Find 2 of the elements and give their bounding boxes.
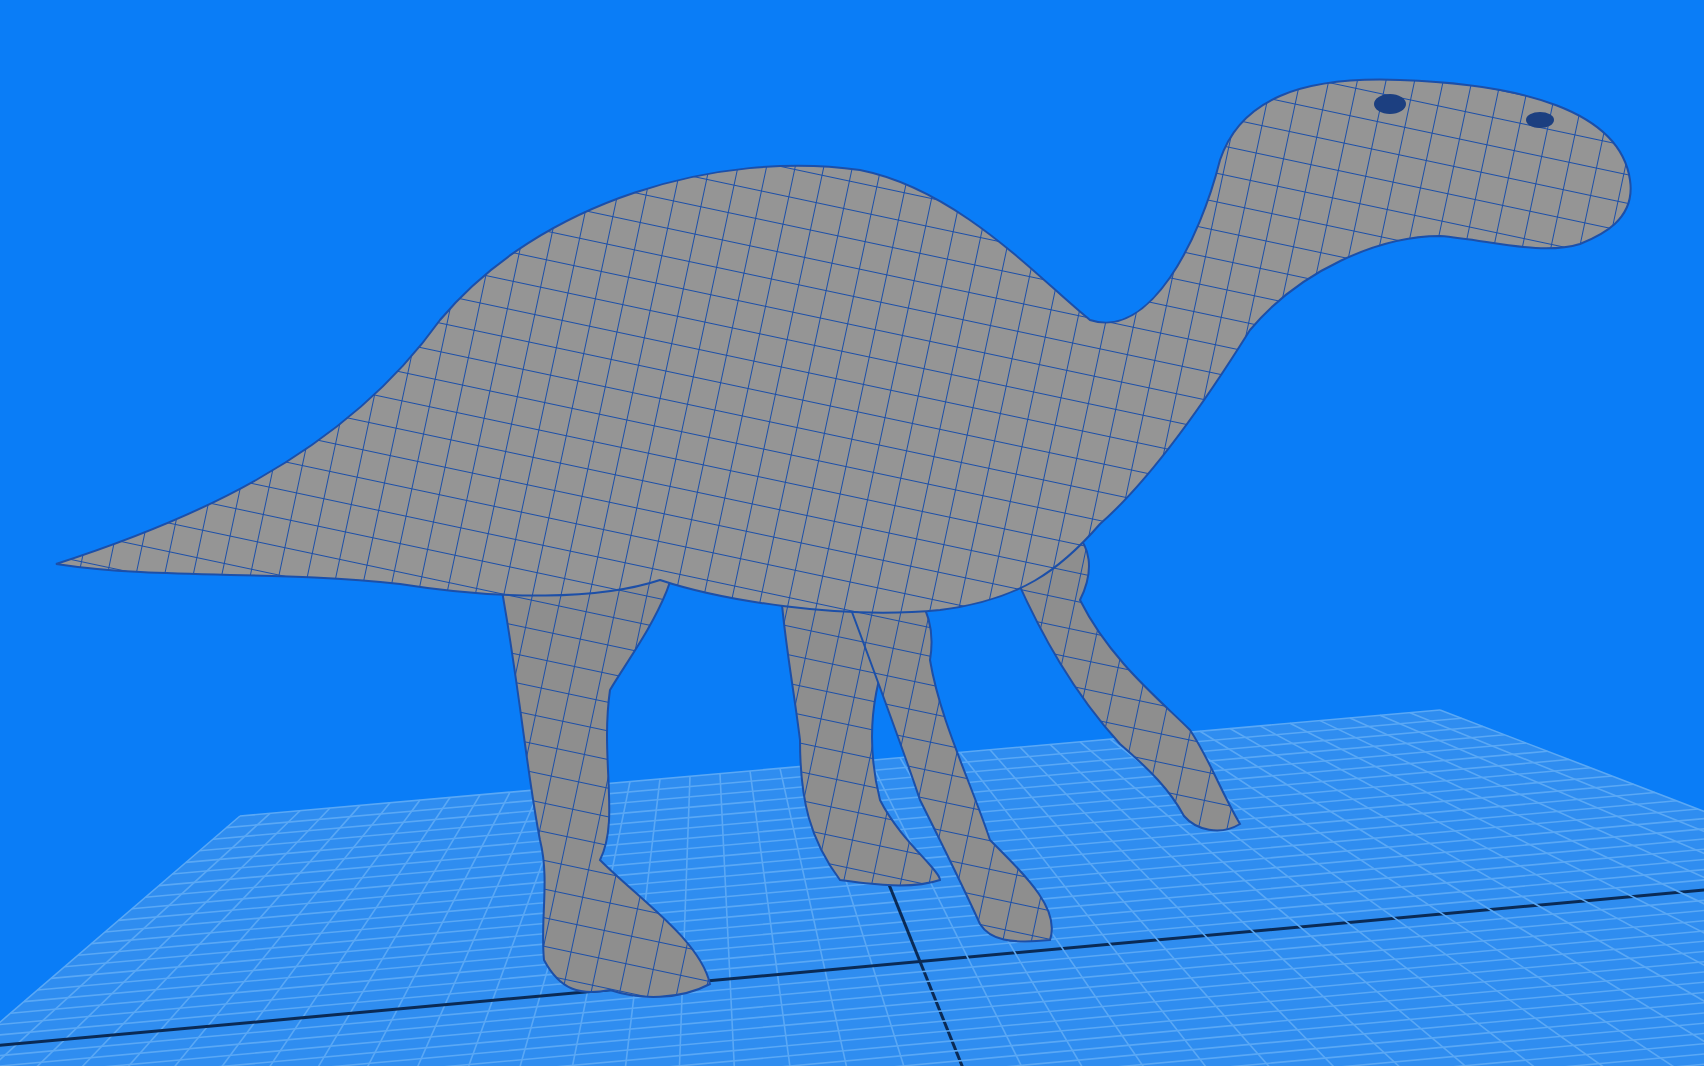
dinosaur-mesh-drawing[interactable] <box>55 78 1632 998</box>
3d-viewport[interactable] <box>0 0 1704 1066</box>
